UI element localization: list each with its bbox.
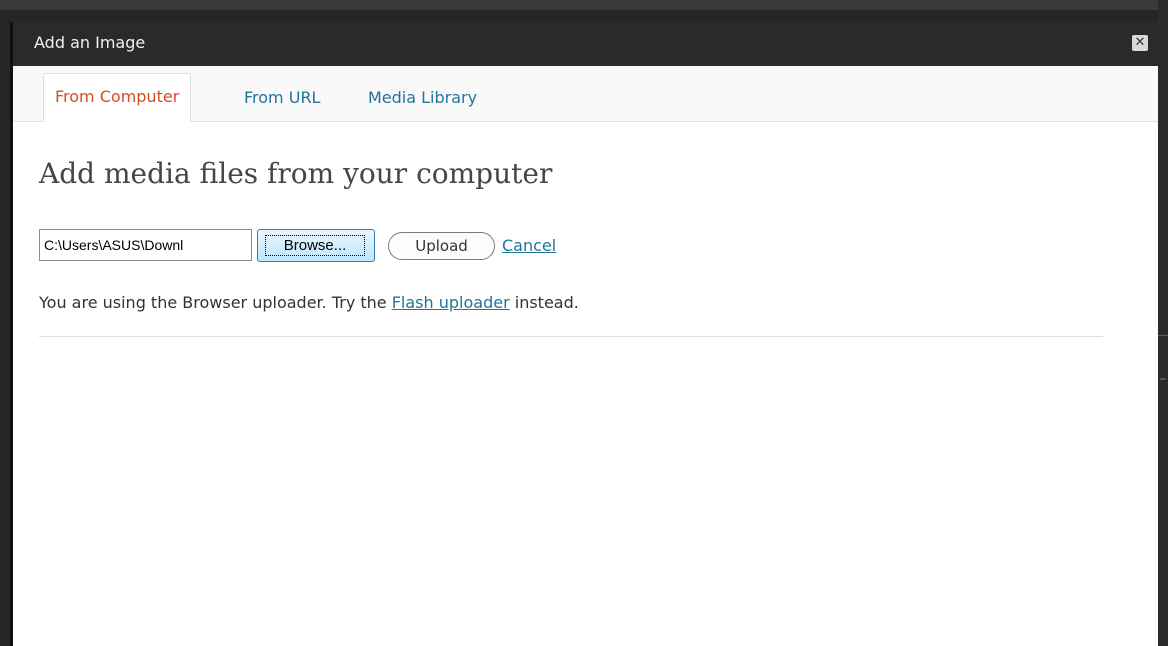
backdrop-link-fragment <box>1158 335 1168 336</box>
cancel-link[interactable]: Cancel <box>502 236 556 256</box>
section-divider <box>39 336 1103 337</box>
close-icon[interactable]: ✕ <box>1132 35 1148 51</box>
tab-from-url[interactable]: From URL <box>244 73 320 122</box>
dialog-titlebar: Add an Image ✕ <box>13 22 1158 66</box>
backdrop-top-strip <box>0 0 1168 10</box>
flash-uploader-link[interactable]: Flash uploader <box>392 293 510 312</box>
browse-button-label: Browse... <box>265 235 365 256</box>
dialog-title: Add an Image <box>34 33 146 52</box>
add-image-dialog: Add an Image ✕ From Computer From URL Me… <box>10 22 1158 646</box>
browse-button[interactable]: Browse... <box>257 229 375 262</box>
upload-button[interactable]: Upload <box>388 232 495 260</box>
tab-from-computer[interactable]: From Computer <box>43 73 192 122</box>
media-tabs: From Computer From URL Media Library <box>13 66 1158 122</box>
page-title: Add media files from your computer <box>39 157 553 190</box>
uploader-notice: You are using the Browser uploader. Try … <box>39 292 579 314</box>
file-path-input[interactable]: C:\Users\ASUS\Downl <box>39 229 252 261</box>
uploader-notice-prefix: You are using the Browser uploader. Try … <box>39 293 392 312</box>
backdrop-right-edge <box>1158 0 1168 646</box>
uploader-notice-suffix: instead. <box>509 293 579 312</box>
backdrop-text-fragment <box>1160 378 1166 380</box>
tab-media-library[interactable]: Media Library <box>368 73 477 122</box>
